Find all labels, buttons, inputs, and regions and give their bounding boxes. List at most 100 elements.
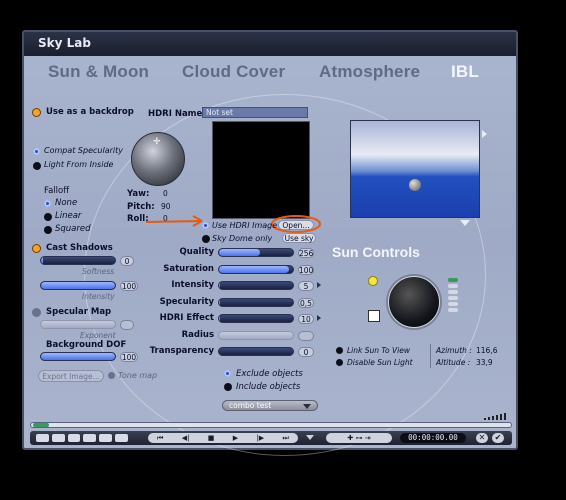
- rotation-trackball[interactable]: ✛: [131, 132, 185, 186]
- key-controls[interactable]: ✚ ⊶ ⇥: [326, 433, 392, 443]
- sun-controls-title: Sun Controls: [332, 244, 420, 260]
- next-frame-icon[interactable]: |▶: [256, 434, 264, 442]
- sky-preview: [350, 120, 480, 218]
- exclude-objects-label: Exclude objects: [236, 369, 303, 379]
- timeline-playhead[interactable]: [33, 423, 49, 427]
- intensity-slider-left[interactable]: [40, 281, 116, 290]
- backdrop-toggle[interactable]: [32, 108, 41, 117]
- sky-dome-radio[interactable]: [202, 235, 210, 243]
- intensity-label-left: Intensity: [82, 292, 115, 301]
- cast-shadows-toggle[interactable]: [32, 244, 41, 253]
- compat-specularity-label: Compat Specularity: [44, 146, 123, 155]
- exclude-objects-radio[interactable]: [224, 370, 231, 377]
- param-label: Quality: [179, 247, 214, 257]
- hdri-name-field[interactable]: Not set: [202, 107, 308, 118]
- sun-color-swatch[interactable]: [368, 310, 380, 322]
- param-slider[interactable]: [218, 264, 294, 274]
- time-display[interactable]: 00:00:00.00: [400, 433, 466, 443]
- playback-controls[interactable]: ⏮ ◀| ■ ▶ |▶ ⏭: [148, 433, 298, 443]
- sky-dome-label: Sky Dome only: [212, 234, 273, 243]
- param-label: Specularity: [159, 296, 214, 307]
- param-value[interactable]: [298, 330, 314, 341]
- cast-shadows-label: Cast Shadows: [46, 243, 113, 253]
- falloff-label: Falloff: [44, 186, 70, 196]
- softness-slider[interactable]: [40, 256, 116, 265]
- yaw-label: Yaw:: [127, 189, 150, 199]
- falloff-linear-radio[interactable]: [44, 213, 52, 221]
- falloff-none-radio[interactable]: [44, 200, 51, 207]
- param-label: HDRI Effect: [159, 313, 214, 323]
- keyframe-buttons[interactable]: [36, 434, 128, 442]
- softness-value[interactable]: 0: [120, 256, 134, 266]
- param-value[interactable]: 5: [298, 281, 314, 291]
- open-button[interactable]: Open...: [278, 220, 314, 230]
- param-expand-arrow[interactable]: [317, 315, 321, 321]
- hdri-name-value: Not set: [206, 108, 233, 117]
- sun-intensity-ladder[interactable]: [448, 278, 458, 320]
- dof-slider[interactable]: [40, 352, 116, 361]
- param-slider[interactable]: [218, 248, 294, 257]
- param-slider[interactable]: [218, 281, 294, 290]
- specular-map-label: Specular Map: [46, 307, 112, 317]
- param-slider[interactable]: [218, 314, 294, 323]
- param-label: Saturation: [163, 263, 214, 274]
- use-hdri-radio[interactable]: [202, 222, 209, 229]
- param-slider[interactable]: [218, 330, 294, 340]
- param-value[interactable]: 100: [298, 264, 314, 275]
- param-expand-arrow[interactable]: [317, 282, 321, 288]
- sky-lab-window: Sky Lab Sun & Moon Cloud Cover Atmospher…: [22, 30, 518, 456]
- resize-grip-icon[interactable]: [484, 410, 510, 420]
- last-frame-icon[interactable]: ⏭: [282, 434, 288, 443]
- preview-dropdown-arrow[interactable]: [460, 220, 470, 226]
- disable-sun-radio[interactable]: [336, 359, 343, 366]
- hdri-preview: [212, 121, 310, 219]
- param-value[interactable]: 0,5: [298, 297, 314, 308]
- window-title: Sky Lab: [38, 36, 91, 50]
- preview-expand-arrow[interactable]: [482, 130, 487, 138]
- tab-cloud-cover[interactable]: Cloud Cover: [182, 62, 285, 82]
- param-slider[interactable]: [218, 347, 294, 356]
- param-value[interactable]: 10: [298, 314, 314, 324]
- tab-ibl[interactable]: IBL: [451, 62, 479, 82]
- export-image-button[interactable]: Export Image...: [38, 370, 104, 382]
- azimuth-value[interactable]: 116,6: [476, 346, 497, 355]
- param-slider[interactable]: [218, 297, 294, 307]
- confirm-icon[interactable]: ✔: [492, 433, 504, 443]
- include-objects-label: Include objects: [236, 382, 301, 392]
- combo-select[interactable]: combo test: [222, 400, 318, 411]
- cancel-icon[interactable]: ✕: [476, 433, 488, 443]
- tone-map-toggle[interactable]: [108, 372, 115, 379]
- sphere-preview: [409, 179, 421, 191]
- altitude-value[interactable]: 33,9: [476, 358, 493, 367]
- use-sky-button[interactable]: Use sky: [282, 233, 316, 243]
- pitch-value[interactable]: 90: [161, 202, 171, 211]
- exponent-slider[interactable]: [40, 320, 116, 329]
- sun-divider: [430, 344, 431, 368]
- include-objects-radio[interactable]: [224, 383, 232, 391]
- play-icon[interactable]: ▶: [233, 434, 238, 442]
- disable-sun-label: Disable Sun Light: [347, 358, 413, 367]
- link-sun-radio[interactable]: [336, 347, 343, 354]
- light-inside-label: Light From Inside: [44, 160, 114, 169]
- falloff-squared-radio[interactable]: [44, 226, 52, 234]
- first-frame-icon[interactable]: ⏮: [157, 434, 163, 443]
- loop-chevron-icon[interactable]: [306, 435, 314, 440]
- hdri-name-label: HDRI Name: [148, 109, 203, 119]
- param-value[interactable]: 256: [298, 248, 314, 258]
- param-value[interactable]: 0: [298, 347, 314, 357]
- yaw-value[interactable]: 0: [163, 189, 168, 198]
- falloff-none-label: None: [55, 198, 78, 208]
- prev-frame-icon[interactable]: ◀|: [182, 434, 190, 442]
- chevron-down-icon: [303, 404, 311, 409]
- stop-icon[interactable]: ■: [208, 434, 215, 442]
- specular-map-toggle[interactable]: [32, 308, 41, 317]
- tab-sun-moon[interactable]: Sun & Moon: [48, 62, 149, 82]
- sun-indicator-icon: [368, 276, 378, 286]
- exponent-value[interactable]: [120, 320, 134, 330]
- exponent-label: Exponent: [80, 331, 116, 340]
- tab-atmosphere[interactable]: Atmosphere: [319, 62, 420, 82]
- sun-position-knob[interactable]: [388, 276, 440, 328]
- light-inside-radio[interactable]: [33, 162, 41, 170]
- compat-specularity-radio[interactable]: [33, 148, 40, 155]
- timeline-track[interactable]: [30, 422, 512, 428]
